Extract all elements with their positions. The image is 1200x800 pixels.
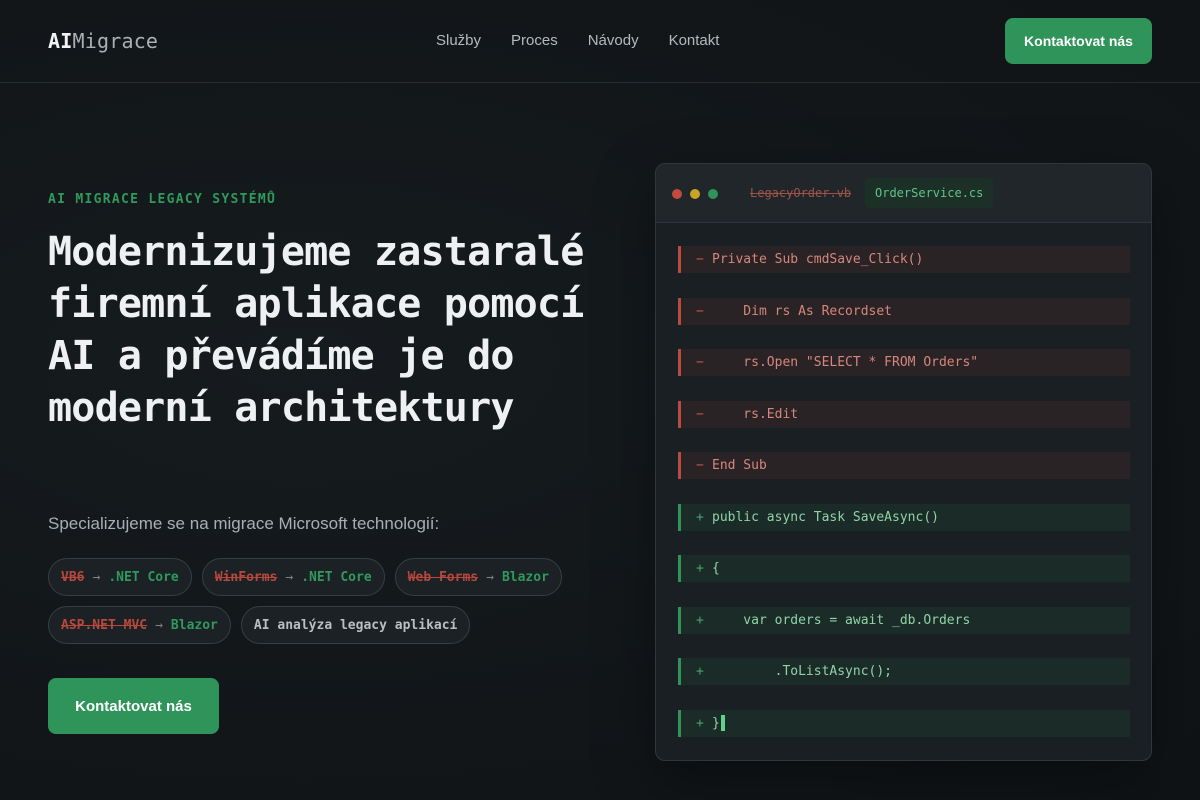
header-contact-button-label: Kontaktovat nás (1024, 32, 1133, 49)
logo[interactable]: AIMigrace (48, 28, 158, 54)
chip-new-tech: Blazor (170, 617, 218, 633)
code-text: var orders = await _db.Orders (712, 612, 971, 628)
diff-line-removed: − rs.Open "SELECT * FROM Orders" (678, 349, 1130, 376)
code-diff-window: LegacyOrder.vb OrderService.cs − Private … (655, 163, 1152, 761)
diff-line-added: + var orders = await _db.Orders (678, 606, 1130, 634)
diff-line-removed: − rs.Edit (678, 400, 1130, 428)
window-maximize-dot-icon (708, 189, 718, 199)
chip-old-tech: Web Forms (407, 569, 479, 585)
code-text: rs.Open "SELECT * FROM Orders" (712, 355, 979, 370)
chip-winforms-migration: WinForms → .NET Core (201, 558, 385, 596)
diff-line-added: +} (678, 709, 1130, 737)
hero-title: Modernizujeme zastaralé firemní aplikace… (48, 229, 584, 431)
technology-chips: VB6 → .NET Core WinForms → .NET Core Web For… (48, 558, 588, 644)
code-text: Dim rs As Recordset (712, 303, 893, 319)
tab-modern-file[interactable]: OrderService.cs (865, 178, 994, 208)
hero-contact-button-label: Kontaktovat nás (75, 697, 192, 715)
diff-line-added: + public async Task SaveAsync() (678, 503, 1130, 531)
chip-aspnet-mvc-migration: ASP.NET MVC → Blazor (48, 606, 231, 644)
chip-old-tech: ASP.NET MVC (61, 617, 148, 633)
nav-link-navody[interactable]: Návody (588, 31, 639, 51)
header-contact-button[interactable]: Kontaktovat nás (1005, 18, 1152, 64)
code-text: .ToListAsync(); (712, 664, 893, 679)
arrow-right-icon: → (92, 569, 101, 585)
code-text: { (712, 561, 720, 576)
nav-link-sluzby[interactable]: Služby (436, 31, 481, 51)
logo-light-text: Migrace (72, 29, 159, 53)
main-nav: Služby Proces Návody Kontakt (436, 31, 719, 51)
chip-text: AI analýza legacy aplikací (253, 617, 458, 633)
code-text: Private Sub cmdSave_Click() (712, 252, 924, 267)
diff-line-added: + .ToListAsync(); (678, 658, 1130, 685)
diff-line-removed: − Private Sub cmdSave_Click() (678, 246, 1130, 273)
chip-new-tech: .NET Core (108, 569, 179, 585)
chip-webforms-migration: Web Forms → Blazor (394, 558, 562, 596)
hero-contact-button[interactable]: Kontaktovat nás (48, 678, 219, 734)
window-title-bar: LegacyOrder.vb OrderService.cs (656, 164, 1151, 223)
minus-icon: − (696, 252, 704, 267)
diff-line-removed: − Dim rs As Recordset (678, 297, 1130, 325)
nav-link-proces[interactable]: Proces (511, 31, 558, 51)
hero-eyebrow: AI MIGRACE LEGACY SYSTÉMŮ (48, 192, 277, 207)
site-header: AIMigrace Služby Proces Návody Kontakt K… (0, 0, 1200, 83)
code-text: rs.Edit (712, 406, 799, 422)
logo-strong-text: AI (48, 29, 73, 53)
minus-icon: − (696, 458, 704, 473)
code-text: End Sub (712, 458, 767, 473)
plus-icon: + (696, 561, 704, 576)
code-diff-body: − Private Sub cmdSave_Click() − Dim rs As… (678, 246, 1130, 760)
minus-icon: − (696, 303, 704, 319)
chip-new-tech: .NET Core (301, 569, 372, 585)
plus-icon: + (696, 612, 704, 628)
arrow-right-icon: → (285, 569, 294, 585)
text-cursor (720, 715, 725, 731)
plus-icon: + (696, 715, 704, 731)
code-text: } (712, 715, 720, 731)
window-minimize-dot-icon (690, 189, 700, 199)
minus-icon: − (696, 355, 704, 370)
plus-icon: + (696, 664, 704, 679)
page: AIMigrace Služby Proces Návody Kontakt K… (0, 0, 1200, 800)
chip-vb6-migration: VB6 → .NET Core (48, 558, 192, 596)
window-close-dot-icon (672, 189, 682, 199)
code-text: public async Task SaveAsync() (712, 509, 939, 525)
chip-new-tech: Blazor (501, 569, 549, 585)
chip-ai-analysis: AI analýza legacy aplikací (240, 606, 471, 644)
chip-old-tech: WinForms (214, 569, 278, 585)
diff-line-added: +{ (678, 555, 1130, 582)
nav-link-kontakt[interactable]: Kontakt (669, 31, 720, 51)
arrow-right-icon: → (155, 617, 163, 633)
minus-icon: − (696, 406, 704, 422)
plus-icon: + (696, 509, 704, 525)
hero-subtitle: Specializujeme se na migrace Microsoft t… (48, 514, 440, 533)
diff-line-removed: − End Sub (678, 452, 1130, 479)
chip-old-tech: VB6 (61, 569, 85, 585)
arrow-right-icon: → (486, 569, 494, 585)
tab-legacy-file[interactable]: LegacyOrder.vb (740, 178, 861, 208)
